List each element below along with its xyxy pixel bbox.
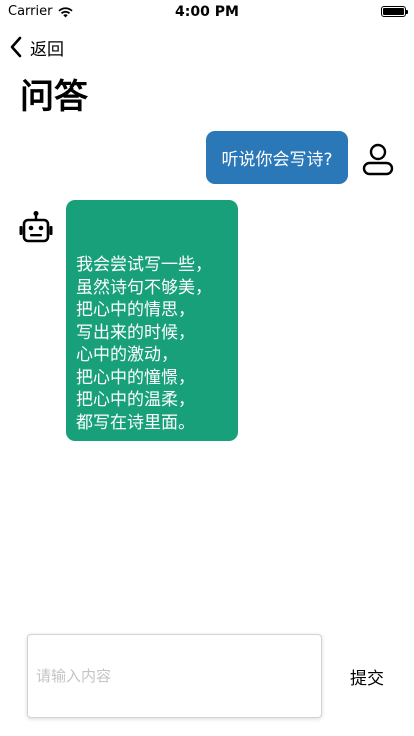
bot-message-line: 把心中的温柔， (76, 390, 195, 410)
bot-message-line: 把心中的憧憬， (76, 367, 195, 388)
robot-avatar-icon (19, 211, 53, 243)
message-input[interactable] (27, 634, 322, 718)
bot-message-line: 心中的激动， (76, 345, 178, 365)
user-avatar-icon (362, 143, 394, 176)
chevron-left-icon (10, 36, 22, 58)
bot-message-line: 都写在诗里面。 (76, 412, 195, 433)
battery-icon (381, 6, 408, 17)
bot-message-line: 虽然诗句不够美， (76, 277, 212, 298)
bot-message-line: 我会尝试写一些， (76, 255, 212, 275)
bot-message-line: 写出来的时候， (76, 322, 195, 343)
battery-level (383, 8, 404, 15)
back-label: 返回 (30, 39, 64, 60)
status-bar: Carrier 4:00 PM (0, 0, 414, 24)
page-title: 问答 (20, 77, 88, 117)
user-message-text: 听说你会写诗? (221, 150, 333, 170)
bot-message-line: 把心中的情思， (76, 300, 195, 320)
submit-button[interactable]: 提交 (342, 660, 392, 692)
user-message-bubble: 听说你会写诗? (206, 131, 348, 184)
back-button[interactable]: 返回 (8, 34, 64, 60)
status-time: 4:00 PM (175, 4, 239, 20)
bot-message-bubble: 我会尝试写一些， 虽然诗句不够美， 把心中的情思， 写出来的时候， 心中的激动，… (66, 200, 238, 441)
